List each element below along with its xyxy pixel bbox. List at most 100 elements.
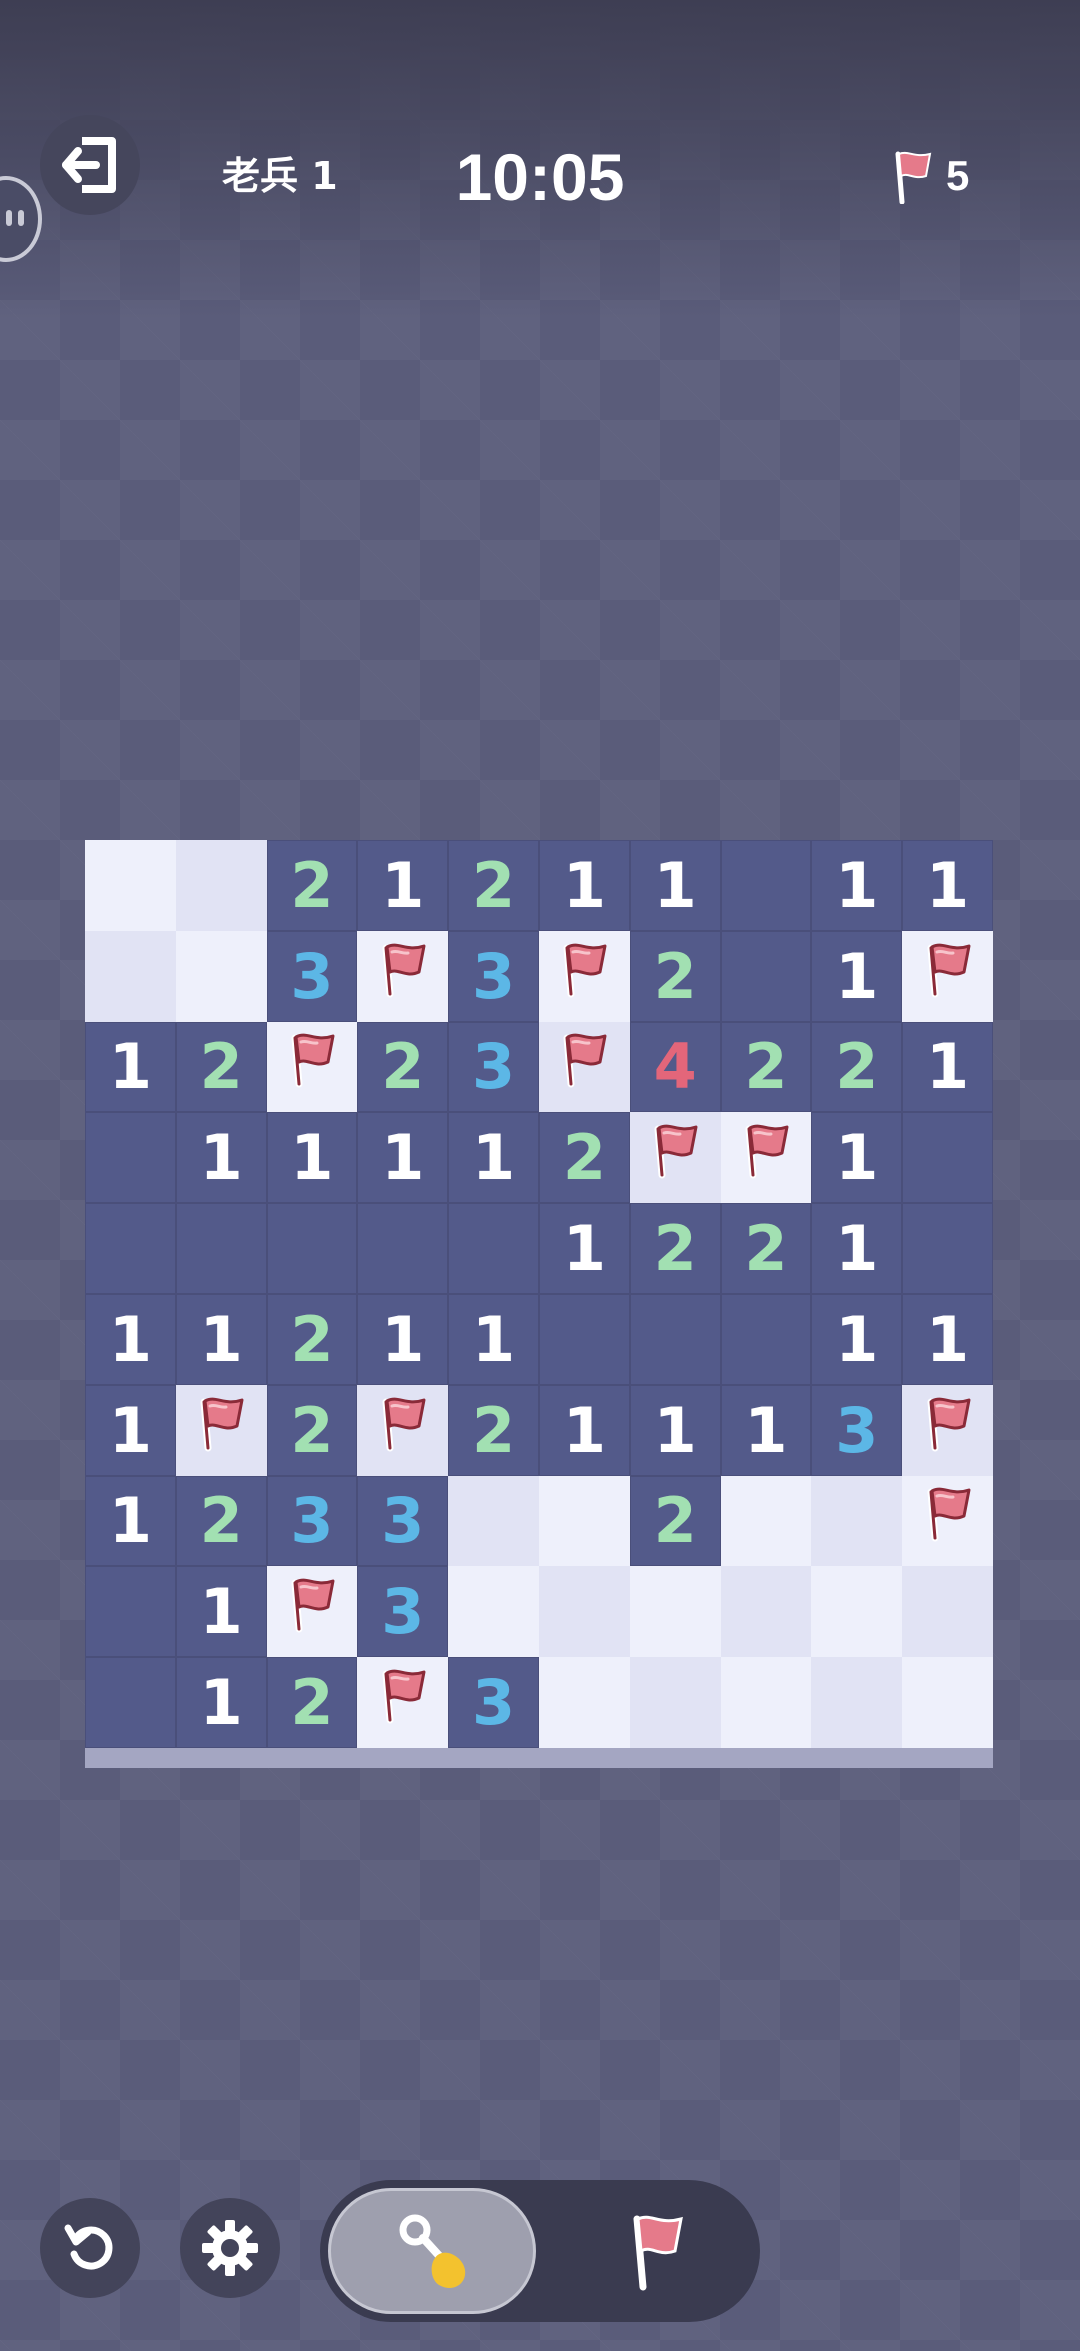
- hidden-cell[interactable]: [538, 1475, 630, 1567]
- revealed-empty-cell: [266, 1203, 358, 1294]
- number-cell[interactable]: 1: [357, 840, 449, 931]
- number-cell[interactable]: 2: [266, 1293, 358, 1385]
- number-cell[interactable]: 3: [811, 1384, 903, 1476]
- number-cell[interactable]: 1: [357, 1112, 449, 1204]
- flag-icon: [739, 1121, 793, 1194]
- hidden-cell[interactable]: [448, 1475, 539, 1567]
- dig-mode-button[interactable]: [328, 2188, 536, 2314]
- number-cell[interactable]: 1: [266, 1112, 358, 1204]
- flagged-cell[interactable]: [357, 1657, 449, 1748]
- hidden-cell[interactable]: [811, 1566, 903, 1658]
- number-cell[interactable]: 1: [538, 1203, 630, 1294]
- number-cell[interactable]: 2: [720, 1203, 812, 1294]
- chat-bubble[interactable]: [0, 176, 42, 262]
- number-cell[interactable]: 1: [629, 1384, 721, 1476]
- number-cell[interactable]: 2: [448, 840, 539, 931]
- number-cell[interactable]: 1: [448, 1112, 539, 1204]
- flag-icon: [194, 1394, 248, 1467]
- flagged-cell[interactable]: [357, 1384, 449, 1476]
- flag-mode-button[interactable]: [560, 2188, 750, 2314]
- flagged-cell[interactable]: [266, 1021, 358, 1113]
- exit-button[interactable]: [40, 115, 140, 215]
- flagged-cell[interactable]: [175, 1384, 267, 1476]
- hidden-cell[interactable]: [720, 1475, 812, 1567]
- number-cell[interactable]: 1: [85, 1293, 176, 1385]
- number-cell[interactable]: 1: [902, 1021, 993, 1113]
- number-cell[interactable]: 3: [448, 1021, 539, 1113]
- number-cell[interactable]: 1: [175, 1112, 267, 1204]
- number-cell[interactable]: 3: [266, 930, 358, 1022]
- number-cell[interactable]: 1: [811, 930, 903, 1022]
- flagged-cell[interactable]: [720, 1112, 812, 1204]
- number-cell[interactable]: 3: [448, 1657, 539, 1748]
- undo-button[interactable]: [40, 2198, 140, 2298]
- number-cell[interactable]: 3: [266, 1475, 358, 1567]
- revealed-empty-cell: [357, 1203, 449, 1294]
- flagged-cell[interactable]: [357, 930, 449, 1022]
- number-cell[interactable]: 2: [266, 1657, 358, 1748]
- flagged-cell[interactable]: [902, 1384, 993, 1476]
- hidden-cell[interactable]: [85, 840, 176, 931]
- number-cell[interactable]: 1: [720, 1384, 812, 1476]
- number-cell[interactable]: 1: [811, 840, 903, 931]
- hidden-cell[interactable]: [538, 1657, 630, 1748]
- number-cell[interactable]: 2: [266, 1384, 358, 1476]
- number-cell[interactable]: 1: [811, 1112, 903, 1204]
- flagged-cell[interactable]: [538, 930, 630, 1022]
- number-cell[interactable]: 2: [175, 1475, 267, 1567]
- number-cell[interactable]: 1: [811, 1203, 903, 1294]
- number-cell[interactable]: 2: [538, 1112, 630, 1204]
- hidden-cell[interactable]: [629, 1566, 721, 1658]
- settings-button[interactable]: [180, 2198, 280, 2298]
- number-cell[interactable]: 2: [629, 930, 721, 1022]
- number-cell[interactable]: 3: [448, 930, 539, 1022]
- number-cell[interactable]: 2: [720, 1021, 812, 1113]
- flagged-cell[interactable]: [902, 1475, 993, 1567]
- number-cell[interactable]: 2: [811, 1021, 903, 1113]
- number-cell[interactable]: 1: [175, 1657, 267, 1748]
- number-cell[interactable]: 4: [629, 1021, 721, 1113]
- number-cell[interactable]: 2: [629, 1203, 721, 1294]
- number-cell[interactable]: 2: [175, 1021, 267, 1113]
- number-cell[interactable]: 1: [538, 840, 630, 931]
- number-cell[interactable]: 1: [811, 1293, 903, 1385]
- hidden-cell[interactable]: [811, 1657, 903, 1748]
- flag-icon: [376, 1394, 430, 1467]
- hidden-cell[interactable]: [902, 1566, 993, 1658]
- number-cell[interactable]: 1: [448, 1293, 539, 1385]
- flagged-cell[interactable]: [538, 1021, 630, 1113]
- number-cell[interactable]: 2: [357, 1021, 449, 1113]
- hidden-cell[interactable]: [902, 1657, 993, 1748]
- flagged-cell[interactable]: [266, 1566, 358, 1658]
- hidden-cell[interactable]: [175, 930, 267, 1022]
- number-cell[interactable]: 1: [902, 840, 993, 931]
- hidden-cell[interactable]: [720, 1657, 812, 1748]
- flagged-cell[interactable]: [629, 1112, 721, 1204]
- number-cell[interactable]: 3: [357, 1566, 449, 1658]
- number-cell[interactable]: 1: [85, 1384, 176, 1476]
- number-cell[interactable]: 1: [175, 1566, 267, 1658]
- number-cell[interactable]: 1: [85, 1021, 176, 1113]
- revealed-empty-cell: [629, 1293, 721, 1385]
- number-cell[interactable]: 1: [629, 840, 721, 931]
- flag-icon: [557, 940, 611, 1013]
- hidden-cell[interactable]: [175, 840, 267, 931]
- number-cell[interactable]: 1: [85, 1475, 176, 1567]
- hidden-cell[interactable]: [811, 1475, 903, 1567]
- number-cell[interactable]: 2: [266, 840, 358, 931]
- number-cell[interactable]: 1: [538, 1384, 630, 1476]
- number-cell[interactable]: 2: [448, 1384, 539, 1476]
- hidden-cell[interactable]: [85, 930, 176, 1022]
- number-cell[interactable]: 3: [357, 1475, 449, 1567]
- flag-icon: [921, 1394, 975, 1467]
- revealed-empty-cell: [85, 1112, 176, 1204]
- hidden-cell[interactable]: [629, 1657, 721, 1748]
- number-cell[interactable]: 1: [902, 1293, 993, 1385]
- hidden-cell[interactable]: [538, 1566, 630, 1658]
- flagged-cell[interactable]: [902, 930, 993, 1022]
- number-cell[interactable]: 1: [357, 1293, 449, 1385]
- number-cell[interactable]: 2: [629, 1475, 721, 1567]
- number-cell[interactable]: 1: [175, 1293, 267, 1385]
- hidden-cell[interactable]: [720, 1566, 812, 1658]
- hidden-cell[interactable]: [448, 1566, 539, 1658]
